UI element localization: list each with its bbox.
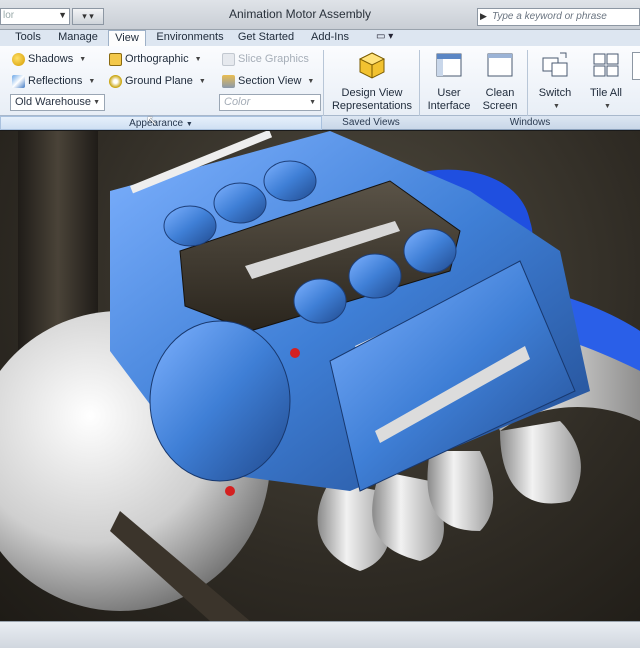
- clean-screen-icon: [487, 53, 513, 77]
- tab-tools[interactable]: Tools: [8, 30, 48, 46]
- color-select[interactable]: Color ▼: [219, 94, 321, 111]
- switch-button[interactable]: Switch ▼: [533, 50, 577, 113]
- tile-all-button[interactable]: Tile All ▼: [584, 50, 628, 113]
- reflections-label: Reflections: [28, 75, 83, 87]
- clean-screen-label-2: Screen: [482, 100, 518, 112]
- tab-add-ins[interactable]: Add-Ins: [304, 30, 356, 46]
- chevron-down-icon: ▼: [88, 77, 96, 85]
- user-interface-icon: [436, 53, 462, 77]
- tab-environments[interactable]: Environments: [150, 30, 230, 46]
- section-view-label: Section View: [238, 75, 302, 87]
- tab-manage[interactable]: Manage: [52, 30, 104, 46]
- visual-style-select[interactable]: Old Warehouse ▼: [10, 94, 105, 111]
- title-bar: lor ▼ ▾ ▾ Animation Motor Assembly ▶ Typ…: [0, 0, 640, 30]
- slice-graphics-icon: [222, 52, 235, 66]
- chevron-down-icon: ▼: [79, 55, 87, 63]
- ribbon-options-icon[interactable]: ▭ ▾: [376, 31, 393, 42]
- chevron-down-icon: ▼: [198, 77, 206, 85]
- design-view-icon: [358, 52, 386, 79]
- appearance-combo[interactable]: lor ▼: [0, 8, 70, 25]
- user-interface-label-2: Interface: [427, 100, 471, 112]
- tab-get-started[interactable]: Get Started: [234, 30, 298, 46]
- expand-arrow-icon[interactable]: ▶: [480, 11, 487, 22]
- graphics-viewport[interactable]: [0, 131, 640, 621]
- mouse-cursor-icon: ↖: [146, 112, 158, 128]
- chevron-down-icon: ▼: [93, 99, 100, 106]
- chevron-down-icon: ▼: [185, 121, 193, 128]
- clean-screen-label-1: Clean: [485, 87, 515, 99]
- design-view-representations-button[interactable]: Design View Representations: [330, 50, 414, 113]
- appearance-combo-value: lor: [3, 10, 15, 21]
- ground-plane-label: Ground Plane: [125, 75, 193, 87]
- cascade-button[interactable]: [632, 52, 640, 80]
- windows-panel-title: Windows: [509, 117, 551, 128]
- tile-all-label: Tile All: [590, 87, 622, 99]
- tab-view[interactable]: View: [108, 30, 146, 47]
- slice-graphics-label: Slice Graphics: [238, 53, 309, 65]
- orthographic-label: Orthographic: [125, 53, 189, 65]
- shadows-label: Shadows: [28, 53, 74, 65]
- chevron-down-icon: ▼: [58, 10, 67, 20]
- qat-customize-button[interactable]: ▾ ▾: [72, 8, 104, 25]
- section-view-icon: [222, 74, 235, 88]
- shadows-icon: [12, 52, 25, 66]
- orthographic-button[interactable]: Orthographic ▼: [109, 51, 202, 67]
- chevron-down-icon: ▼: [553, 103, 560, 110]
- engine-model-render: [0, 131, 640, 621]
- reflections-button[interactable]: Reflections ▼: [12, 73, 95, 89]
- search-input[interactable]: ▶ Type a keyword or phrase: [477, 8, 640, 26]
- orthographic-icon: [109, 52, 122, 66]
- chevron-down-icon: ▼: [194, 55, 202, 63]
- ribbon-tab-row: Tools Manage View Environments Get Start…: [0, 30, 640, 47]
- design-view-label-2: Representations: [331, 100, 413, 112]
- panel-title-bar: Appearance ▼ Saved Views Windows: [0, 116, 640, 130]
- chevron-down-icon: ▼: [307, 77, 315, 85]
- chevron-down-icon: ▼: [309, 99, 316, 106]
- appearance-panel-title[interactable]: Appearance ▼: [0, 116, 322, 130]
- reflections-icon: [12, 74, 25, 88]
- user-interface-label-1: User: [437, 87, 461, 99]
- status-bar: [0, 621, 640, 648]
- saved-views-panel-title: Saved Views: [342, 117, 400, 128]
- visual-style-value: Old Warehouse: [15, 96, 92, 108]
- color-value: Color: [224, 96, 251, 108]
- switch-windows-icon: [542, 52, 568, 77]
- user-interface-button[interactable]: User Interface ▼: [424, 50, 474, 126]
- slice-graphics-button[interactable]: Slice Graphics: [222, 51, 309, 67]
- ground-plane-icon: [109, 74, 122, 88]
- section-view-button[interactable]: Section View ▼: [222, 73, 314, 89]
- chevron-down-icon: ▼: [604, 103, 611, 110]
- search-placeholder: Type a keyword or phrase: [492, 11, 607, 22]
- design-view-label-1: Design View: [341, 87, 403, 99]
- ground-plane-button[interactable]: Ground Plane ▼: [109, 73, 206, 89]
- switch-label: Switch: [538, 87, 572, 99]
- clean-screen-button[interactable]: Clean Screen: [478, 50, 522, 113]
- tile-windows-icon: [593, 53, 619, 77]
- shadows-button[interactable]: Shadows ▼: [12, 51, 86, 67]
- app-title: Animation Motor Assembly: [228, 7, 372, 21]
